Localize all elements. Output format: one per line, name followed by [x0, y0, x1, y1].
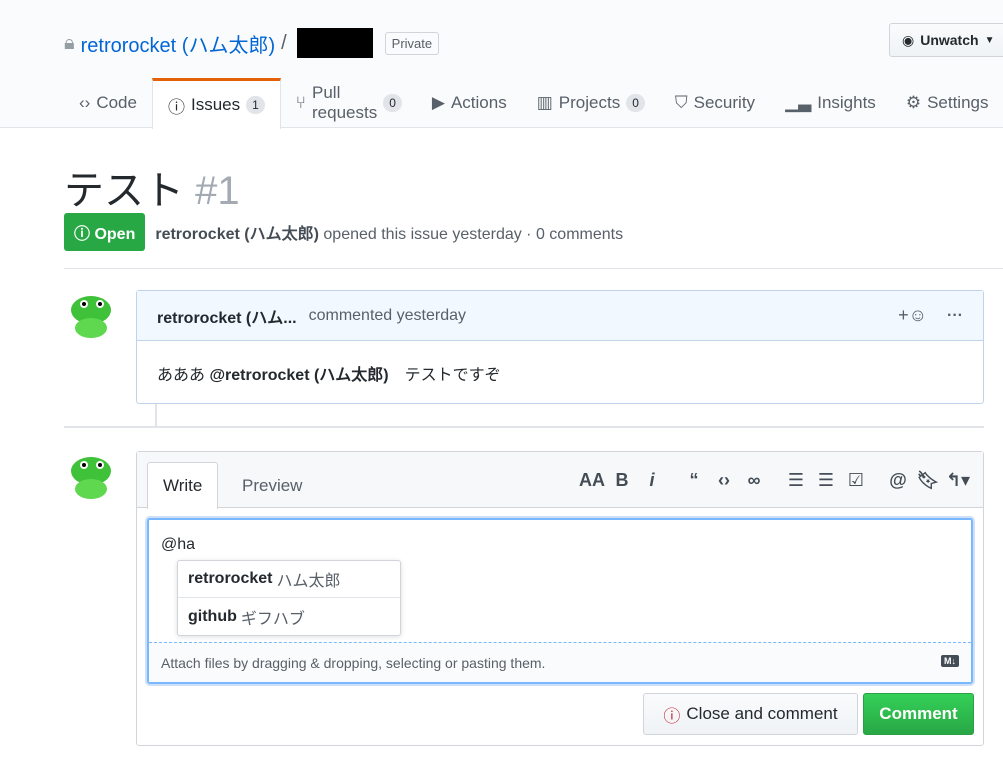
- avatar[interactable]: [66, 451, 116, 501]
- attach-text: Attach files by dragging & dropping, sel…: [161, 655, 546, 671]
- suggestion-item[interactable]: github ギフハブ: [178, 598, 400, 635]
- tab-insights[interactable]: ▁▃ Insights: [770, 78, 891, 128]
- body-text: テストですぞ: [388, 367, 501, 384]
- counter: 0: [383, 94, 402, 112]
- unwatch-button[interactable]: ◉ Unwatch ▼: [889, 23, 1003, 57]
- tab-label: Security: [693, 93, 756, 112]
- repo-nav: ‹› Code ⓘ Issues 1 ⑂ Pull requests 0 ▶ Actions…: [64, 78, 1003, 129]
- repo-header: 🔒︎ retrorocket (ハム太郎) / Private ◉ Unwatc…: [0, 0, 1003, 129]
- suggestion-login: retrorocket: [188, 570, 273, 587]
- tab-issues[interactable]: ⓘ Issues 1: [151, 78, 281, 129]
- italic-icon[interactable]: i: [637, 470, 667, 491]
- suggestion-item[interactable]: retrorocket ハム太郎: [178, 561, 400, 598]
- comment-header: retrorocket (ハム... commented yesterday +…: [137, 291, 983, 341]
- attach-files-bar[interactable]: Attach files by dragging & dropping, sel…: [149, 642, 971, 682]
- play-icon: ▶: [431, 93, 445, 112]
- comment-button[interactable]: Comment: [863, 693, 974, 735]
- tab-label: Settings: [927, 93, 989, 112]
- tab-security[interactable]: ⛉ Security: [660, 78, 770, 128]
- close-and-comment-button[interactable]: ⓘ Close and comment: [643, 693, 858, 735]
- pull-request-icon: ⑂: [295, 93, 306, 112]
- tab-label: Issues: [190, 95, 241, 114]
- counter: 0: [626, 94, 645, 112]
- tab-code[interactable]: ‹› Code: [64, 78, 152, 128]
- textarea-value: @ha: [161, 536, 196, 553]
- tab-label: Insights: [817, 93, 876, 112]
- tab-pull-requests[interactable]: ⑂ Pull requests 0: [281, 78, 417, 128]
- bold-icon[interactable]: B: [607, 470, 637, 491]
- more-options-icon[interactable]: ···: [947, 307, 963, 325]
- comment-body: あああ @retrorocket (ハム太郎) テストですぞ: [137, 341, 983, 405]
- issue-author[interactable]: retrorocket (ハム太郎): [155, 226, 319, 243]
- mention-suggestions: retrorocket ハム太郎 github ギフハブ: [177, 560, 401, 636]
- repo-path: 🔒︎ retrorocket (ハム太郎) / Private: [64, 28, 440, 58]
- eye-icon: ◉: [902, 31, 915, 48]
- suggestion-name: ギフハブ: [240, 610, 305, 628]
- comment-textarea[interactable]: @ha retrorocket ハム太郎 github ギフハブ Attach fi…: [147, 518, 973, 684]
- tab-preview[interactable]: Preview: [227, 462, 317, 509]
- tab-actions[interactable]: ▶ Actions: [417, 78, 522, 128]
- unwatch-label: Unwatch: [920, 32, 979, 48]
- issue-icon: ⓘ: [167, 97, 185, 117]
- tab-settings[interactable]: ⚙ Settings: [891, 78, 1003, 128]
- status-badge: ⓘ Open: [64, 213, 146, 251]
- avatar[interactable]: [66, 290, 116, 340]
- numbered-list-icon[interactable]: ☰: [811, 470, 841, 491]
- header-icon[interactable]: AA: [577, 470, 607, 491]
- reply-icon[interactable]: ↰▾: [943, 470, 973, 491]
- path-separator: /: [281, 31, 287, 54]
- code-icon: ‹›: [79, 93, 91, 112]
- repo-owner-link[interactable]: retrorocket (ハム太郎): [81, 29, 275, 58]
- redacted-repo-name[interactable]: [296, 28, 373, 58]
- mention-icon[interactable]: @: [883, 470, 913, 491]
- issue-closed-icon: ⓘ: [663, 706, 681, 726]
- divider: [64, 268, 1003, 269]
- lock-icon: 🔒︎: [64, 31, 75, 54]
- comment-author[interactable]: retrorocket (ハム...: [157, 304, 297, 328]
- gear-icon: ⚙: [905, 93, 922, 112]
- tab-label: Pull requests: [312, 83, 378, 122]
- body-text: あああ: [157, 367, 210, 384]
- timeline-line: [155, 404, 157, 426]
- private-badge: Private: [384, 31, 440, 55]
- status-text: Open: [94, 226, 136, 243]
- issue-comment: retrorocket (ハム... commented yesterday +…: [136, 290, 984, 404]
- tab-label: Code: [96, 93, 137, 112]
- code-icon[interactable]: ‹›: [709, 470, 739, 491]
- shield-icon: ⛉: [674, 93, 688, 112]
- comment-time[interactable]: commented yesterday: [309, 307, 466, 325]
- link-icon[interactable]: ∞: [739, 470, 769, 491]
- mention-link[interactable]: @retrorocket (ハム太郎): [209, 367, 388, 384]
- issue-meta-text: opened this issue yesterday · 0 comments: [323, 226, 624, 243]
- markdown-toolbar: AA B i “ ‹› ∞ ☰ ☰ ☑ @ 🔖︎ ↰▾: [577, 470, 973, 491]
- tab-label: Actions: [450, 93, 507, 112]
- issue-number: #1: [195, 169, 240, 213]
- counter: 1: [246, 96, 265, 114]
- tab-projects[interactable]: ▥ Projects 0: [522, 78, 660, 128]
- graph-icon: ▁▃: [785, 93, 812, 112]
- add-reaction-icon[interactable]: +☺: [898, 305, 927, 326]
- issue-meta: ⓘ Open retrorocket (ハム太郎) opened this is…: [64, 213, 623, 251]
- editor-tabs: Write Preview AA B i “ ‹› ∞ ☰ ☰ ☑ @ 🔖︎ ↰…: [137, 452, 983, 509]
- issue-title-text: テスト: [64, 169, 184, 213]
- project-icon: ▥: [536, 93, 553, 112]
- button-label: Close and comment: [686, 704, 838, 723]
- suggestion-name: ハム太郎: [276, 573, 341, 590]
- caret-down-icon: ▼: [984, 34, 995, 46]
- quote-icon[interactable]: “: [679, 470, 709, 491]
- new-comment-form: Write Preview AA B i “ ‹› ∞ ☰ ☰ ☑ @ 🔖︎ ↰…: [136, 451, 984, 746]
- issue-title: テスト #1: [64, 158, 240, 216]
- tab-write[interactable]: Write: [147, 462, 219, 509]
- tab-label: Projects: [558, 93, 621, 112]
- suggestion-login: github: [188, 607, 237, 625]
- divider: [64, 426, 984, 428]
- bulleted-list-icon[interactable]: ☰: [781, 470, 811, 491]
- markdown-icon[interactable]: M↓: [941, 655, 959, 667]
- task-list-icon[interactable]: ☑: [841, 470, 871, 491]
- bookmark-icon[interactable]: 🔖︎: [913, 470, 943, 491]
